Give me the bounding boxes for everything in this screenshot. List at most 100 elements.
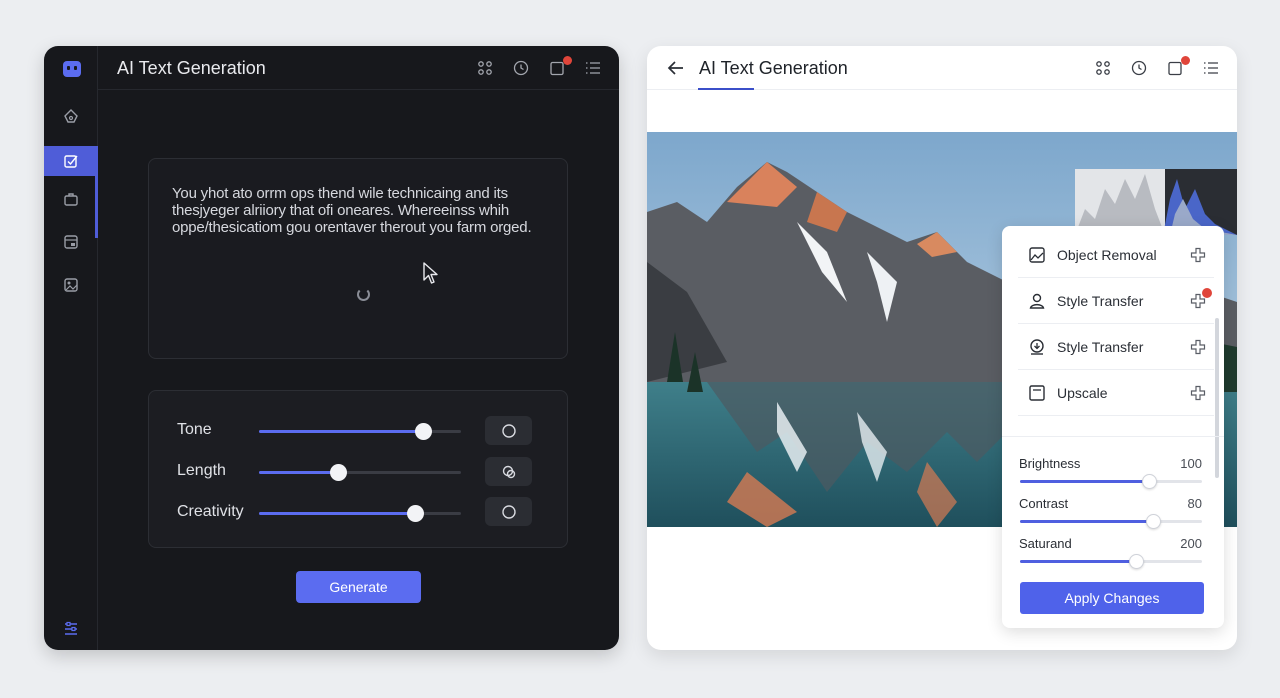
- clock-icon: [513, 60, 529, 76]
- sidebar-active-indicator: [95, 176, 98, 238]
- tone-option-button[interactable]: [485, 416, 532, 445]
- saturation-label: Saturand: [1019, 536, 1072, 551]
- menu-button[interactable]: [585, 60, 603, 78]
- download-icon: [1030, 338, 1044, 355]
- add-tool-button[interactable]: [1190, 339, 1206, 355]
- creativity-option-button[interactable]: [485, 497, 532, 526]
- circle-icon: [501, 423, 516, 438]
- tool-label: Style Transfer: [1057, 338, 1144, 355]
- edit-check-icon: [64, 155, 78, 168]
- sidebar-item-gallery[interactable]: [44, 270, 98, 300]
- contrast-label: Contrast: [1019, 496, 1069, 511]
- person-icon: [1029, 293, 1045, 309]
- contrast-slider-knob[interactable]: [1145, 514, 1161, 529]
- page-title: AI Text Generation: [699, 58, 848, 78]
- header-actions: [1095, 56, 1221, 78]
- tone-slider-knob[interactable]: [414, 423, 432, 440]
- creativity-slider[interactable]: [259, 505, 461, 522]
- saturation-slider-fill: [1020, 560, 1137, 563]
- sidebar-item-media[interactable]: [44, 227, 98, 257]
- tool-style-transfer[interactable]: Style Transfer: [1018, 278, 1214, 324]
- plus-icon: [1190, 247, 1206, 262]
- list-menu-icon: [586, 62, 600, 74]
- sidebar-item-edit[interactable]: [44, 146, 98, 176]
- length-label: Length: [177, 462, 226, 479]
- sidebar-item-settings[interactable]: [44, 614, 98, 644]
- notifications-button[interactable]: [549, 56, 572, 78]
- light-header: AI Text Generation: [647, 46, 1237, 90]
- tool-badge: [1202, 287, 1212, 298]
- loading-spinner-icon: [357, 288, 370, 301]
- sidebar-item-briefcase[interactable]: [44, 184, 98, 214]
- apply-changes-button[interactable]: Apply Changes: [1020, 582, 1204, 614]
- home-icon: [64, 109, 78, 123]
- apps-grid-icon: [478, 61, 492, 75]
- page-title: AI Text Generation: [117, 58, 266, 78]
- media-icon: [64, 235, 78, 249]
- brightness-slider-fill: [1020, 480, 1150, 483]
- menu-button[interactable]: [1203, 60, 1221, 78]
- tone-label: Tone: [177, 421, 212, 438]
- add-tool-button[interactable]: [1190, 287, 1212, 309]
- generate-button[interactable]: Generate: [296, 571, 421, 603]
- list-menu-icon: [1204, 62, 1218, 74]
- back-arrow-icon[interactable]: [667, 59, 685, 77]
- notifications-button[interactable]: [1167, 56, 1190, 78]
- tool-object-removal[interactable]: Object Removal: [1018, 232, 1214, 278]
- divider: [1002, 436, 1224, 437]
- header-actions: [477, 56, 603, 78]
- tools-scrollbar[interactable]: [1215, 318, 1219, 478]
- add-tool-button[interactable]: [1190, 247, 1206, 263]
- generation-controls: Tone Length Creativity: [148, 390, 568, 548]
- circle-icon: [501, 504, 516, 519]
- gallery-icon: [64, 278, 78, 292]
- saturation-slider[interactable]: [1020, 554, 1202, 569]
- length-slider-knob[interactable]: [329, 464, 347, 481]
- generated-text-area[interactable]: You yhot ato orrm ops thend wile technic…: [148, 158, 568, 359]
- creativity-slider-knob[interactable]: [406, 505, 424, 522]
- apps-grid-button[interactable]: [477, 60, 495, 78]
- length-slider[interactable]: [259, 464, 461, 481]
- brightness-value: 100: [1180, 456, 1202, 471]
- history-button[interactable]: [1131, 60, 1149, 78]
- frame-icon: [1029, 384, 1045, 401]
- apps-grid-icon: [1096, 61, 1110, 75]
- history-button[interactable]: [513, 60, 531, 78]
- dark-header: AI Text Generation: [98, 46, 619, 90]
- image-icon: [1029, 246, 1045, 263]
- tool-label: Style Transfer: [1057, 292, 1144, 309]
- sidebar-item-home[interactable]: [44, 101, 98, 131]
- tool-upscale[interactable]: Upscale: [1018, 370, 1214, 416]
- text-generation-window: AI Text Generation You yhot ato orrm ops…: [44, 46, 619, 650]
- contrast-slider[interactable]: [1020, 514, 1202, 529]
- tool-label: Upscale: [1057, 384, 1108, 401]
- brightness-slider-knob[interactable]: [1142, 474, 1158, 489]
- apps-grid-button[interactable]: [1095, 60, 1113, 78]
- saturation-value: 200: [1180, 536, 1202, 551]
- brightness-slider[interactable]: [1020, 474, 1202, 489]
- clock-icon: [1131, 60, 1147, 76]
- generated-text: You yhot ato orrm ops thend wile technic…: [172, 185, 532, 236]
- length-slider-fill: [259, 471, 338, 474]
- notification-badge: [563, 56, 572, 65]
- shapes-icon: [502, 465, 515, 478]
- active-tab-underline: [698, 88, 754, 90]
- creativity-slider-fill: [259, 512, 415, 515]
- tool-style-transfer-2[interactable]: Style Transfer: [1018, 324, 1214, 370]
- tone-slider[interactable]: [259, 423, 461, 440]
- sliders-icon: [65, 621, 77, 635]
- briefcase-icon: [64, 193, 78, 206]
- tone-slider-fill: [259, 430, 423, 433]
- add-tool-button[interactable]: [1190, 385, 1206, 401]
- contrast-value: 80: [1187, 496, 1202, 511]
- contrast-slider-fill: [1020, 520, 1153, 523]
- brightness-label: Brightness: [1019, 456, 1081, 471]
- length-option-button[interactable]: [485, 457, 532, 486]
- creativity-label: Creativity: [177, 503, 244, 520]
- saturation-slider-knob[interactable]: [1129, 554, 1145, 569]
- notification-badge: [1181, 56, 1190, 65]
- tool-label: Object Removal: [1057, 246, 1157, 263]
- sidebar-rail: [44, 46, 98, 650]
- image-editor-window: AI Text Generation Object Removal Style …: [647, 46, 1237, 650]
- app-logo-icon: [63, 61, 81, 77]
